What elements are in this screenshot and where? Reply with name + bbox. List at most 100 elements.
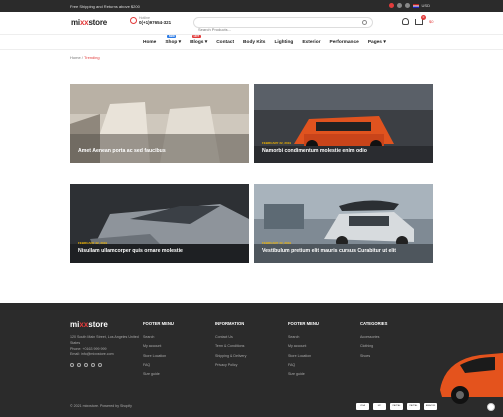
paypal-icon: PAYPAL	[390, 403, 403, 410]
nav-pages[interactable]: Pages ▾	[368, 40, 386, 45]
social-links	[70, 363, 102, 367]
footer-column: FOOTER MENU Search My account Store Loca…	[143, 321, 174, 379]
nav-label: Pages	[367, 40, 382, 45]
nav-performance[interactable]: Performance	[330, 40, 359, 45]
footer-link[interactable]: Privacy Policy	[215, 361, 246, 370]
footer-link[interactable]: Size guide	[143, 370, 174, 379]
footer-link[interactable]: Search	[143, 333, 174, 342]
currency-selector[interactable]: USD	[422, 3, 430, 8]
heart-icon[interactable]	[388, 3, 394, 8]
footer-link[interactable]: Accessories	[360, 333, 387, 342]
post-title[interactable]: Nisullam ullamcorper quis ornare molesti…	[78, 248, 183, 254]
nav-label: Blogs	[190, 40, 204, 45]
copyright: © 2021 mixxstore. Powered by Shopify	[70, 404, 132, 408]
nav-label: Performance	[329, 40, 359, 45]
breadcrumb: Home / Trending	[70, 55, 100, 60]
chevron-down-icon: ▾	[383, 40, 386, 45]
footer-link[interactable]: Store Location	[143, 352, 174, 361]
footer-link[interactable]: Contact Us	[215, 333, 246, 342]
search-icon[interactable]	[362, 20, 367, 25]
breadcrumb-current: Trending	[83, 55, 100, 60]
instagram-icon[interactable]	[91, 363, 95, 367]
post-title[interactable]: Namorbi condimentum molestie enim odio	[262, 148, 367, 154]
post-date: FEBRUARY 22, 2019	[262, 241, 292, 245]
nav-label: Contact	[216, 40, 235, 45]
footer-column: CATEGORIES Accessories Clothing Shoes	[360, 321, 387, 361]
blog-card[interactable]: FEBRUARY 22, 2019 Namorbi condimentum mo…	[254, 84, 433, 163]
top-bar: Free Shipping and Returns above $200 USD	[0, 0, 503, 12]
blog-card[interactable]: Amet Aenean porta ac sed faucibus	[70, 84, 249, 163]
twitter-icon[interactable]	[77, 363, 81, 367]
chevron-down-icon: ▾	[204, 40, 208, 45]
blog-card[interactable]: FEBRUARY 22, 2019 Nisullam ullamcorper q…	[70, 184, 249, 263]
nav-label: Shop	[165, 40, 178, 45]
mastercard-icon: MC	[373, 403, 386, 410]
footer-link[interactable]: Clothing	[360, 342, 387, 351]
footer-link[interactable]: Size guide	[288, 370, 319, 379]
youtube-icon[interactable]	[98, 363, 102, 367]
header-icons: 0 $0	[402, 14, 433, 25]
footer-link[interactable]: Term & Conditions	[215, 342, 246, 351]
hotline-number[interactable]: 0(+1)97654-321	[139, 20, 171, 25]
hotline: Hotline 0(+1)97654-321	[130, 16, 171, 25]
logo-accent: xx	[79, 320, 89, 329]
footer-link[interactable]: My account	[143, 342, 174, 351]
footer-link[interactable]: Shoes	[360, 352, 387, 361]
flag-icon[interactable]	[412, 3, 419, 8]
nav-lighting[interactable]: Lighting	[274, 40, 293, 45]
nav-shop[interactable]: NEW Shop ▾	[165, 35, 182, 45]
search-box	[193, 17, 373, 34]
logo-part: mi	[70, 320, 80, 329]
footer-link[interactable]: My account	[288, 342, 319, 351]
nav-contact[interactable]: Contact	[216, 40, 234, 45]
paypal-icon: PAYPAL	[407, 403, 420, 410]
blog-card[interactable]: FEBRUARY 22, 2019 Vestibulum pretium eli…	[254, 184, 433, 263]
compare-icon[interactable]	[396, 3, 402, 8]
post-date: FEBRUARY 22, 2019	[262, 141, 292, 145]
promo-text: Free Shipping and Returns above $200	[70, 4, 140, 9]
nav-label: Exterior	[302, 40, 321, 45]
footer-heading: INFORMATION	[215, 321, 245, 326]
user-icon[interactable]	[402, 18, 409, 25]
visa-icon: VISA	[356, 403, 369, 410]
cart-total[interactable]: $0	[429, 19, 433, 24]
site-logo[interactable]: mixxstore	[71, 18, 107, 27]
nav-body-kits[interactable]: Body Kits	[243, 40, 265, 45]
hot-badge: HOT	[192, 35, 201, 38]
footer-link[interactable]: FAQ	[288, 361, 319, 370]
cart-icon[interactable]: 0	[415, 14, 426, 25]
logo-part: store	[88, 320, 108, 329]
account-icon[interactable]	[404, 3, 410, 8]
top-bar-actions: USD	[388, 3, 430, 8]
breadcrumb-home[interactable]: Home	[70, 55, 81, 60]
site-header: mixxstore Hotline 0(+1)97654-321 0 $0	[0, 12, 503, 35]
footer-link[interactable]: Store Location	[288, 352, 319, 361]
search-input[interactable]	[198, 25, 358, 34]
breadcrumb-separator: /	[81, 55, 83, 60]
nav-blogs[interactable]: HOT Blogs ▾	[190, 35, 208, 45]
footer-heading: FOOTER MENU	[288, 321, 319, 326]
footer-heading: FOOTER MENU	[143, 321, 174, 326]
main-nav: Home NEW Shop ▾ HOT Blogs ▾ Contact Body K…	[0, 35, 503, 50]
footer-link[interactable]: FAQ	[143, 361, 174, 370]
facebook-icon[interactable]	[70, 363, 74, 367]
footer-logo[interactable]: mixxstore	[70, 320, 108, 329]
nav-label: Lighting	[274, 40, 294, 45]
phone-icon	[130, 17, 137, 24]
back-to-top-button[interactable]	[487, 403, 495, 411]
post-title[interactable]: Amet Aenean porta ac sed faucibus	[78, 148, 166, 154]
post-date: FEBRUARY 22, 2019	[78, 241, 108, 245]
footer-link[interactable]: Shipping & Delivery	[215, 352, 246, 361]
post-title[interactable]: Vestibulum pretium elit mauris cursus Cu…	[262, 248, 396, 254]
logo-part: store	[88, 18, 108, 27]
footer-contact: 120 South Main Street, Los Angeles Unite…	[70, 335, 140, 358]
footer-address: 120 South Main Street, Los Angeles Unite…	[70, 335, 139, 345]
footer-email[interactable]: Email: info@mixxstore.com	[70, 352, 140, 358]
chevron-down-icon: ▾	[178, 40, 182, 45]
nav-home[interactable]: Home	[143, 40, 156, 45]
footer-link[interactable]: Search	[288, 333, 319, 342]
pinterest-icon[interactable]	[84, 363, 88, 367]
nav-label: Home	[143, 40, 157, 45]
nav-exterior[interactable]: Exterior	[302, 40, 320, 45]
cart-count-badge: 0	[421, 14, 426, 20]
